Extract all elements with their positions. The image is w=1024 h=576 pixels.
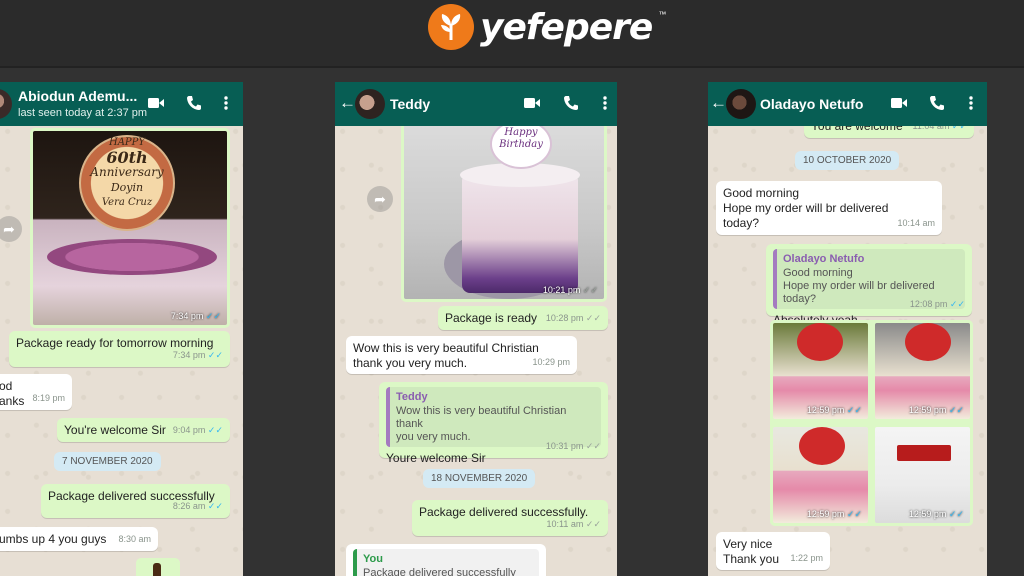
message-text: Package is ready [445, 311, 538, 325]
voice-call-icon[interactable] [929, 95, 945, 111]
message-bubble[interactable]: Oladayo Netufo Good morning Hope my orde… [766, 244, 972, 327]
chat-header: Abiodun Ademu... last seen today at 2:37… [0, 82, 243, 126]
last-seen-status: last seen today at 2:37 pm [18, 107, 148, 119]
chat-window-middle: ← Teddy ➦ Happy Birthday 10:21 pm ✓✓ Pac… [335, 82, 617, 576]
voice-call-icon[interactable] [563, 95, 579, 111]
message-bubble[interactable]: Package is ready 10:28 pm ✓✓ [438, 306, 608, 330]
chat-window-right: You are welcome 11:04 am ✓✓ ← Oladayo Ne… [708, 82, 987, 576]
message-time: 12:08 pm ✓✓ [909, 299, 965, 309]
message-text: Wow this is very beautiful Christian [353, 341, 539, 355]
quoted-text: Package delivered successfully [363, 567, 516, 576]
brand-trademark: ™ [658, 10, 667, 19]
image-message[interactable]: HAPPY 60th Anniversary Doyin Vera Cruz 7… [30, 128, 230, 328]
message-time: 10:31 pm ✓✓ [545, 441, 601, 451]
message-time: 10:29 pm [532, 357, 570, 367]
chat-header: ← Oladayo Netufo [708, 82, 987, 126]
image-message[interactable]: 12:59 pm ✓✓ [872, 424, 973, 526]
image-message[interactable]: Happy Birthday 10:21 pm ✓✓ [401, 118, 607, 302]
message-bubble[interactable]: Package ready for tomorrow morning 7:34 … [9, 331, 230, 367]
video-call-icon[interactable] [890, 95, 908, 111]
message-bubble[interactable]: Package delivered successfully 8:26 am ✓… [41, 484, 230, 518]
image-grid: 12:59 pm ✓✓ 12:59 pm ✓✓ 12:59 pm ✓✓ 12:5… [770, 320, 973, 526]
contact-avatar[interactable] [355, 89, 385, 119]
message-text: Very nice [723, 537, 773, 551]
cake-topper-text: Birthday [499, 139, 543, 150]
top-bar: yefepere ™ [0, 0, 1024, 68]
cake-topper-text: Doyin [110, 181, 144, 194]
message-bubble[interactable]: Very nice Thank you 1:22 pm [716, 532, 830, 570]
message-time: 10:11 am ✓✓ [546, 519, 601, 529]
quoted-sender: You [363, 553, 383, 565]
message-time: 8:30 am [118, 534, 151, 544]
brand-logo-icon [428, 4, 474, 50]
message-bubble[interactable]: You're welcome Sir 9:04 pm ✓✓ [57, 418, 230, 442]
message-bubble[interactable]: Teddy Wow this is very beautiful Christi… [379, 382, 608, 465]
quoted-text: Good morning [783, 267, 853, 279]
message-bubble[interactable]: You Package delivered successfully [346, 544, 546, 576]
cake-topper-text: Anniversary [90, 165, 164, 179]
message-bubble[interactable]: umbs up 4 you guys 8:30 am [0, 527, 158, 551]
contact-name[interactable]: Abiodun Ademu... [18, 88, 137, 104]
message-time: 9:04 pm ✓✓ [172, 425, 223, 435]
date-separator: 10 OCTOBER 2020 [795, 151, 900, 170]
forward-icon[interactable]: ➦ [367, 186, 393, 212]
quoted-message[interactable]: You Package delivered successfully [353, 549, 539, 576]
image-message[interactable]: 12:59 pm ✓✓ [770, 424, 871, 526]
video-call-icon[interactable] [523, 95, 541, 111]
contact-name[interactable]: Oladayo Netufo [760, 96, 863, 112]
message-time: 1:22 pm [790, 553, 823, 563]
cake-topper-text: Vera Cruz [101, 197, 153, 208]
message-bubble[interactable]: Wow this is very beautiful Christian tha… [346, 336, 577, 374]
contact-name[interactable]: Teddy [390, 96, 430, 112]
contact-avatar[interactable] [0, 89, 12, 119]
video-call-icon[interactable] [147, 95, 165, 111]
date-separator: 18 NOVEMBER 2020 [423, 469, 536, 488]
message-time: 7:34 pm ✓✓ [172, 350, 223, 360]
cake-topper-text: 60th [106, 148, 148, 167]
message-bubble[interactable]: Good morning Hope my order will br deliv… [716, 181, 942, 235]
date-separator: 7 NOVEMBER 2020 [54, 452, 161, 471]
more-vert-icon[interactable] [222, 95, 230, 111]
message-text: Good morning [723, 186, 800, 200]
more-vert-icon[interactable] [601, 95, 609, 111]
message-time: 10:21 pm ✓✓ [542, 285, 598, 295]
message-text: umbs up 4 you guys [0, 532, 107, 546]
image-message[interactable] [136, 558, 180, 576]
quoted-sender: Teddy [396, 391, 428, 403]
chat-window-left: Abiodun Ademu... last seen today at 2:37… [0, 82, 243, 576]
contact-avatar[interactable] [726, 89, 756, 119]
more-vert-icon[interactable] [967, 95, 975, 111]
message-time: 12:59 pm ✓✓ [806, 509, 862, 519]
back-arrow-icon[interactable]: ← [339, 93, 356, 113]
message-time: 8:26 am ✓✓ [172, 501, 223, 511]
quoted-text: Wow this is very beautiful Christian tha… [396, 405, 567, 430]
quoted-message[interactable]: Teddy Wow this is very beautiful Christi… [386, 387, 601, 447]
message-time: 12:59 pm ✓✓ [908, 509, 964, 519]
message-bubble[interactable]: Package delivered successfully. 10:11 am… [412, 500, 608, 536]
message-time: 12:59 pm ✓✓ [806, 405, 862, 415]
quoted-sender: Oladayo Netufo [783, 253, 865, 265]
message-time: 12:59 pm ✓✓ [908, 405, 964, 415]
message-bubble[interactable]: od anks 8:19 pm [0, 374, 72, 410]
chat-header: ← Teddy [335, 82, 617, 126]
voice-call-icon[interactable] [186, 95, 202, 111]
message-time: 10:28 pm ✓✓ [545, 313, 601, 323]
message-time: 8:19 pm [32, 393, 65, 403]
brand-name: yefepere [480, 6, 653, 48]
image-message[interactable]: 12:59 pm ✓✓ [872, 320, 973, 422]
cake-topper-text: Happy [504, 127, 538, 138]
back-arrow-icon[interactable]: ← [710, 93, 727, 113]
message-time: 10:14 am [897, 218, 935, 228]
message-text: Hope my order will br delivered [723, 201, 889, 215]
brand: yefepere ™ [428, 2, 666, 52]
message-text: Youre welcome Sir [386, 451, 486, 465]
message-text: You're welcome Sir [64, 423, 166, 437]
message-time: 7:34 pm ✓✓ [170, 311, 221, 321]
image-message[interactable]: 12:59 pm ✓✓ [770, 320, 871, 422]
